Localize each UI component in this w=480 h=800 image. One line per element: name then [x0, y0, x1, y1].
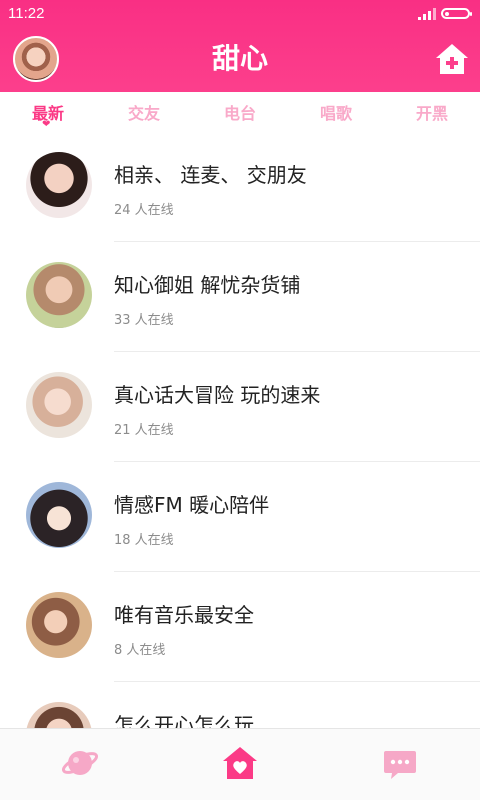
tab-friends[interactable]: 交友 [114, 100, 174, 124]
room-title: 唯有音乐最安全 [114, 603, 254, 627]
room-avatar [26, 592, 92, 658]
room-online-count: 8 人在线 [114, 643, 166, 658]
room-title: 相亲、 连麦、 交朋友 [114, 163, 307, 187]
room-title: 情感FM 暖心陪伴 [114, 493, 270, 517]
room-item[interactable]: 唯有音乐最安全 8 人在线 [0, 572, 480, 682]
room-avatar [26, 262, 92, 328]
room-avatar [26, 482, 92, 548]
room-online-count: 24 人在线 [114, 203, 174, 218]
battery-icon [441, 8, 472, 19]
room-online-count: 33 人在线 [114, 313, 174, 328]
active-tab-heart-indicator: ❤ [42, 119, 51, 130]
status-time: 11:22 [8, 5, 45, 22]
room-item[interactable]: 真心话大冒险 玩的速来 21 人在线 [0, 352, 480, 462]
room-item[interactable]: 相亲、 连麦、 交朋友 24 人在线 [0, 132, 480, 242]
tab-sing[interactable]: 唱歌 [306, 100, 366, 124]
chat-bubble-icon[interactable] [380, 743, 420, 783]
signal-icon [418, 8, 436, 20]
tab-gaming[interactable]: 开黑 [402, 100, 462, 124]
app-header: 11:22 甜心 [0, 0, 480, 92]
user-avatar[interactable] [13, 36, 59, 82]
room-item[interactable]: 知心御姐 解忧杂货铺 33 人在线 [0, 242, 480, 352]
room-avatar [26, 372, 92, 438]
room-title: 真心话大冒险 玩的速来 [114, 383, 321, 407]
tab-radio[interactable]: 电台 [210, 100, 270, 124]
home-heart-icon[interactable] [220, 743, 260, 783]
app-logo-text: 甜心 [212, 42, 268, 75]
create-room-button[interactable] [434, 42, 470, 76]
room-title: 知心御姐 解忧杂货铺 [114, 273, 301, 297]
planet-icon[interactable] [60, 743, 100, 783]
status-bar: 11:22 [0, 0, 480, 28]
room-online-count: 18 人在线 [114, 533, 174, 548]
app-logo: 甜心 [212, 42, 268, 75]
bottom-navigation [0, 728, 480, 800]
room-item[interactable]: 情感FM 暖心陪伴 18 人在线 [0, 462, 480, 572]
room-online-count: 21 人在线 [114, 423, 174, 438]
room-avatar [26, 152, 92, 218]
category-tabs: 最新 交友 电台 唱歌 开黑 [0, 92, 480, 132]
